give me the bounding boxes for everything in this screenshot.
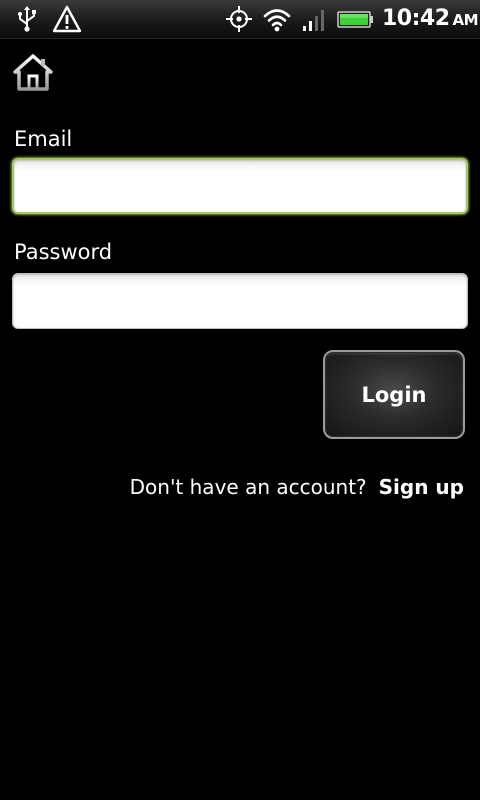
status-clock: 10:42 AM [382, 6, 479, 31]
signup-row: Don't have an account? Sign up [130, 475, 464, 499]
usb-icon [12, 4, 42, 34]
warning-icon [52, 4, 82, 34]
clock-ampm: AM [452, 11, 479, 29]
email-field[interactable] [12, 158, 468, 214]
gps-icon [224, 4, 254, 34]
signal-icon [300, 4, 330, 34]
email-label: Email [14, 127, 73, 151]
password-field[interactable] [12, 273, 468, 329]
wifi-icon [262, 4, 292, 34]
clock-time: 10:42 [382, 6, 450, 31]
signup-link[interactable]: Sign up [379, 475, 464, 499]
login-button[interactable]: Login [323, 350, 465, 439]
password-label: Password [14, 240, 113, 264]
signup-prompt: Don't have an account? [129, 475, 367, 499]
home-icon [13, 54, 53, 91]
home-button[interactable] [10, 52, 56, 94]
status-bar: 10:42 AM [0, 0, 480, 39]
battery-icon [337, 4, 375, 34]
